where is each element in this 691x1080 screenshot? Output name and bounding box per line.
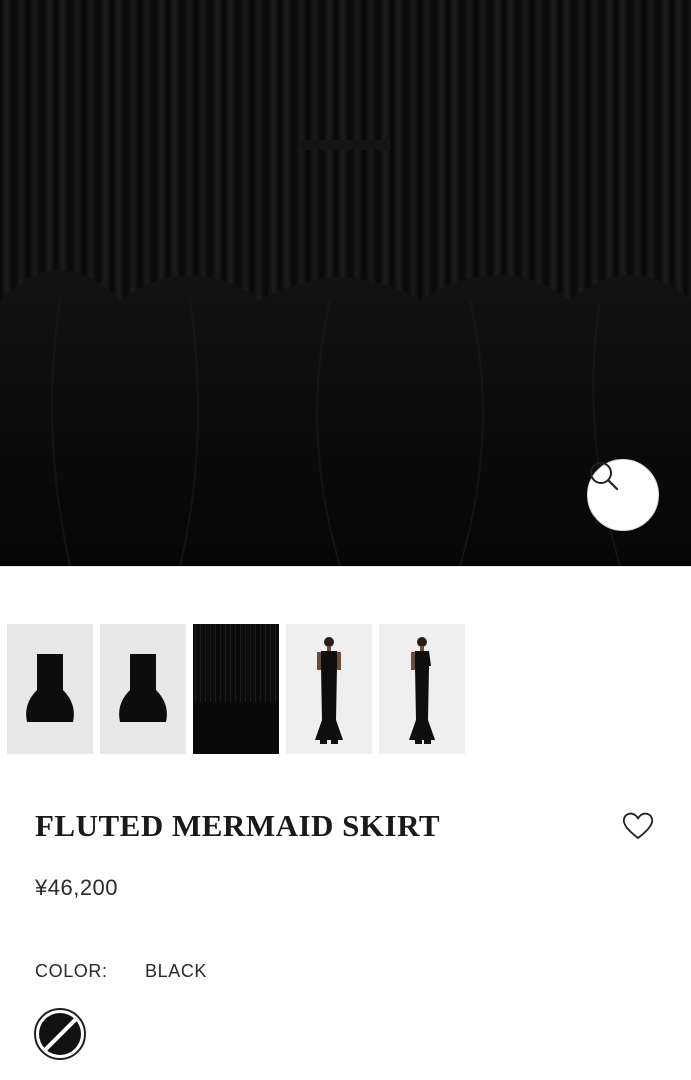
model-image	[379, 624, 465, 754]
divider	[0, 566, 691, 567]
product-title: FLUTED MERMAID SKIRT	[35, 808, 441, 843]
color-value: BLACK	[145, 961, 208, 981]
thumbnail-flat-back[interactable]	[100, 624, 186, 754]
product-price: ¥46,200	[35, 875, 119, 900]
magnifier-icon	[590, 462, 619, 491]
color-info: COLOR: BLACK	[35, 961, 207, 982]
model-image	[286, 624, 372, 754]
thumbnail-closeup[interactable]	[193, 624, 279, 754]
wishlist-button[interactable]	[620, 810, 656, 842]
color-label: COLOR:	[35, 961, 108, 981]
skirt-flat-image	[100, 624, 186, 754]
thumbnail-strip	[7, 624, 465, 754]
thumbnail-flat-front[interactable]	[7, 624, 93, 754]
thumbnail-model-front[interactable]	[286, 624, 372, 754]
heart-icon	[622, 812, 654, 839]
knit-closeup-image	[193, 624, 279, 754]
zoom-button[interactable]	[587, 459, 659, 531]
main-product-image[interactable]	[0, 0, 691, 566]
unavailable-swatch-icon	[39, 1013, 81, 1055]
skirt-flat-image	[7, 624, 93, 754]
thumbnail-model-side[interactable]	[379, 624, 465, 754]
color-swatch-black[interactable]	[34, 1008, 86, 1060]
